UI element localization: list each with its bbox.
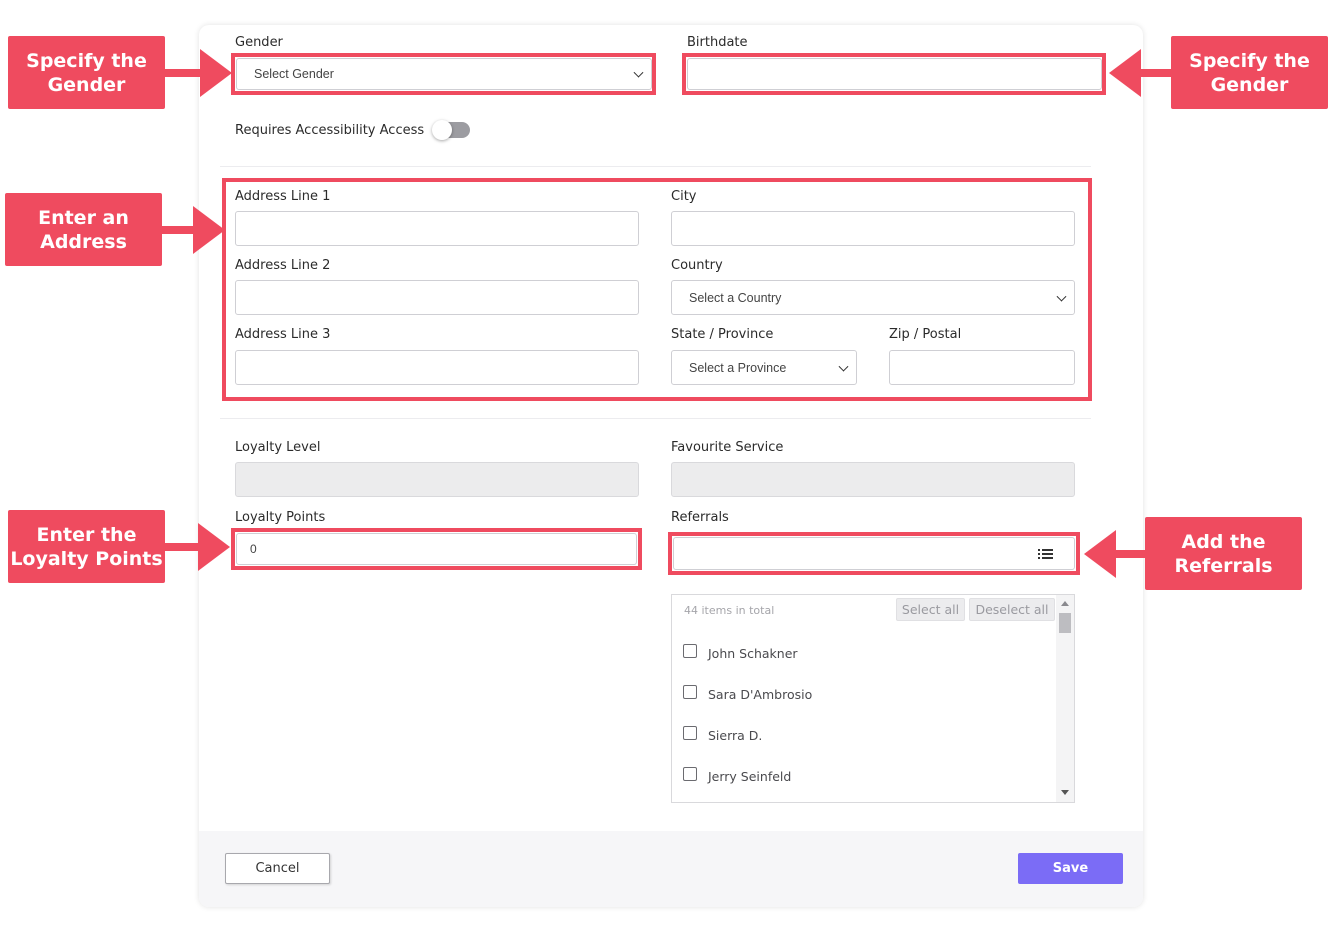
birthdate-highlight	[682, 53, 1106, 95]
referrals-label: Referrals	[671, 510, 729, 525]
favourite-service-input	[671, 462, 1075, 497]
loyalty-points-callout: Enter the Loyalty Points	[8, 510, 165, 583]
checkbox[interactable]	[683, 644, 697, 658]
arrow-right-icon	[198, 523, 230, 571]
list-item-label: Jerry Seinfeld	[708, 768, 792, 784]
checkbox[interactable]	[683, 767, 697, 781]
list-item-label: Sierra D.	[708, 727, 763, 743]
loyalty-points-callout-text: Enter the Loyalty Points	[10, 523, 163, 570]
arrow-right-icon	[200, 49, 232, 97]
list-item[interactable]: Sara D'Ambrosio	[683, 683, 812, 705]
favourite-service-label: Favourite Service	[671, 440, 784, 455]
loyalty-level-input	[235, 462, 639, 497]
arrow-shaft	[1138, 69, 1172, 77]
scroll-thumb[interactable]	[1059, 613, 1071, 633]
deselect-all-button[interactable]: Deselect all	[969, 598, 1055, 621]
gender-callout: Specify the Gender	[8, 36, 165, 109]
arrow-shaft	[164, 69, 204, 77]
scroll-up-icon[interactable]	[1061, 601, 1069, 606]
scroll-down-icon[interactable]	[1061, 790, 1069, 795]
list-item[interactable]: John Schakner	[683, 642, 798, 664]
toggle-knob	[432, 120, 452, 140]
arrow-left-icon	[1109, 49, 1141, 97]
list-item-label: Sara D'Ambrosio	[708, 686, 813, 702]
cancel-button[interactable]: Cancel	[225, 853, 330, 884]
arrow-shaft	[164, 543, 202, 551]
loyalty-points-highlight	[231, 528, 642, 570]
address-highlight	[222, 178, 1092, 401]
checkbox[interactable]	[683, 685, 697, 699]
gender-callout-text: Specify the Gender	[26, 49, 147, 96]
accessibility-toggle[interactable]	[432, 120, 470, 140]
scrollbar[interactable]	[1056, 595, 1074, 802]
loyalty-level-label: Loyalty Level	[235, 440, 321, 455]
address-callout-text: Enter an Address	[38, 206, 129, 253]
accessibility-label: Requires Accessibility Access	[235, 123, 425, 138]
save-button[interactable]: Save	[1018, 853, 1123, 884]
checkbox[interactable]	[683, 726, 697, 740]
referrals-highlight	[668, 532, 1080, 575]
gender-label: Gender	[235, 35, 283, 50]
list-item[interactable]: Sierra D.	[683, 724, 762, 746]
form-footer	[199, 831, 1143, 907]
loyalty-points-label: Loyalty Points	[235, 510, 326, 525]
listbox-header: 44 items in total Select all Deselect al…	[672, 595, 1058, 625]
divider	[220, 166, 1091, 167]
select-all-button[interactable]: Select all	[896, 598, 965, 621]
birthdate-label: Birthdate	[687, 35, 748, 50]
referrals-callout-text: Add the Referrals	[1174, 530, 1273, 577]
arrow-shaft	[1114, 550, 1146, 558]
arrow-left-icon	[1084, 530, 1116, 578]
items-total: 44 items in total	[684, 604, 775, 617]
referrals-listbox[interactable]: 44 items in total Select all Deselect al…	[671, 594, 1075, 803]
list-item-label: John Schakner	[708, 645, 798, 661]
divider	[220, 418, 1091, 419]
arrow-right-icon	[193, 206, 225, 254]
address-callout: Enter an Address	[5, 193, 162, 266]
arrow-shaft	[161, 226, 197, 234]
referrals-callout: Add the Referrals	[1145, 517, 1302, 590]
gender-highlight	[231, 53, 656, 95]
birthdate-callout-text: Specify the Gender	[1189, 49, 1310, 96]
birthdate-callout: Specify the Gender	[1171, 36, 1328, 109]
list-item[interactable]: Jerry Seinfeld	[683, 765, 791, 787]
